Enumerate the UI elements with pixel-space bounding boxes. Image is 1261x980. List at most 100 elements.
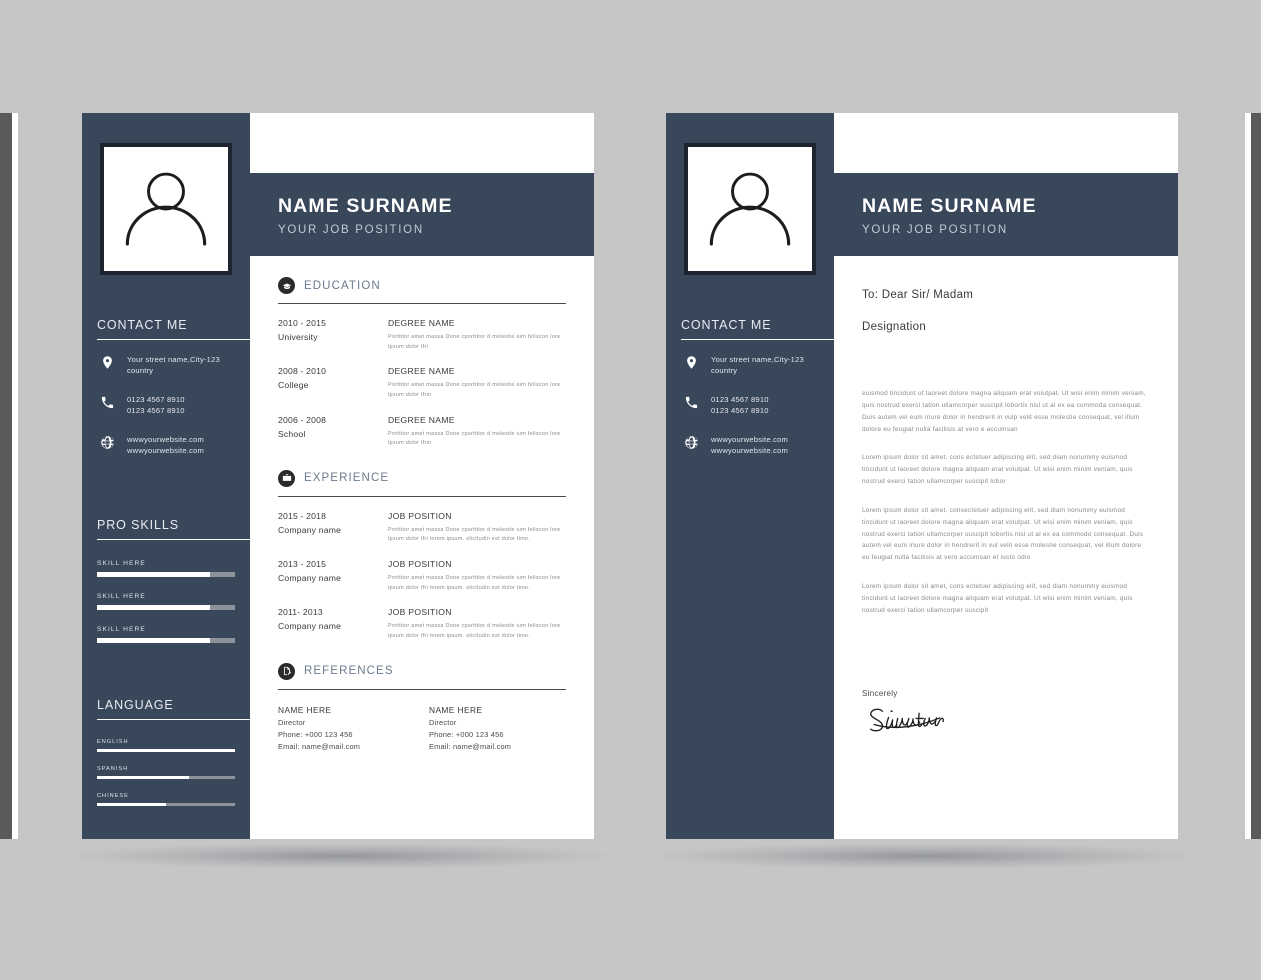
reference-item: NAME HERE Director Phone: +000 123 456 E… [429,705,566,751]
pro-skills-section: PRO SKILLS SKILL HERE SKILL HERE SKILL H… [82,518,253,644]
contact-address-text: Your street name,City-123 country [127,354,220,377]
skill-bar [97,638,235,644]
entry-date: 2006 - 2008 [278,414,327,425]
language-bar [97,803,235,807]
avatar-frame [100,143,232,275]
letter-paragraph: Lorem ipsum dolor sit amet, cons ectetue… [862,454,1133,486]
cover-letter-page: CONTACT ME Your street name,City-123 cou… [666,113,1178,839]
letter-name-band: NAME SURNAME YOUR JOB POSITION [834,173,1178,256]
skill-list: SKILL HERE SKILL HERE SKILL HERE [97,560,235,644]
contact-list: Your street name,City-123 country 0123 4… [681,354,819,456]
entry-title: DEGREE NAME [388,318,455,328]
reference-email: Email: name@mail.com [429,741,512,751]
location-pin-icon [687,356,696,369]
contact-divider [681,339,837,340]
address-line-2: country [711,366,738,376]
reference-name: NAME HERE [429,704,483,715]
language-title: LANGUAGE [97,698,174,713]
skill-label: SKILL HERE [97,560,146,568]
reference-phone: Phone: +000 123 456 [429,729,504,739]
letter-sidebar: CONTACT ME Your street name,City-123 cou… [666,113,837,839]
globe-icon [101,435,114,449]
contact-section: CONTACT ME Your street name,City-123 cou… [666,318,837,456]
language-item: ENGLISH [97,739,235,753]
entry-description: Porttitor amet massa Done cporttitor d m… [388,382,561,398]
language-label: ENGLISH [97,739,129,746]
graduation-cap-icon [278,277,295,294]
letter-paragraph: Lorem ipsum dolor sit amet, cons ectetue… [862,583,1133,614]
signature-mark [862,702,1150,747]
avatar-frame [684,143,816,275]
entry-place: Company name [278,524,342,535]
phone-line-1: 0123 4567 8910 [127,394,185,404]
globe-icon [685,435,698,449]
page-edge-left [0,113,18,839]
entry-title: DEGREE NAME [388,414,455,425]
entry-place: Company name [278,573,342,583]
experience-entry: 2013 - 2015 Company name JOB POSITION Po… [278,559,566,593]
skill-bar [97,605,235,611]
references-title: REFERENCES [304,665,394,677]
entry-place: School [278,428,306,439]
resume-page: CONTACT ME Your street name,City-123 cou… [82,113,594,839]
page-title: NAME SURNAME [862,195,1037,217]
entry-date: 2015 - 2018 [278,510,327,521]
pro-skills-title: PRO SKILLS [97,518,179,533]
handwritten-signature-icon [870,708,944,732]
entry-place: University [278,332,318,342]
skill-bar [97,572,235,578]
contact-section: CONTACT ME Your street name,City-123 cou… [82,318,253,456]
contact-address-text: Your street name,City-123 country [711,354,804,377]
education-section: EDUCATION 2010 - 2015 University DEGREE … [250,277,594,449]
letter-paragraph: euismod tincidunt ut laoreet dolore magn… [862,390,1146,433]
resume-name-band: NAME SURNAME YOUR JOB POSITION [250,173,594,256]
experience-entry: 2011- 2013 Company name JOB POSITION Por… [278,607,566,641]
entry-date: 2010 - 2015 [278,318,327,328]
resume-sidebar: CONTACT ME Your street name,City-123 cou… [82,113,253,839]
contact-list: Your street name,City-123 country 0123 4… [97,354,235,456]
contact-item-address[interactable]: Your street name,City-123 country [681,354,819,377]
job-position-subtitle: YOUR JOB POSITION [862,224,1008,236]
skill-label: SKILL HERE [97,626,146,634]
contact-title: CONTACT ME [681,318,772,332]
contact-item-website[interactable]: wwwyourwebsite.com wwwyourwebsite.com [681,434,819,457]
entry-title: JOB POSITION [388,510,452,521]
address-line-1: Your street name,City-123 [127,355,220,364]
letter-paragraph: Lorem ipsum dolor sit amet, consectetuer… [862,506,1144,562]
education-header: EDUCATION [278,277,566,294]
entry-description: Porttitor amet massa Done cporttitor d m… [388,575,561,591]
skill-label: SKILL HERE [97,593,146,601]
contact-phone-text: 0123 4567 8910 0123 4567 8910 [127,394,185,417]
contact-item-phone[interactable]: 0123 4567 8910 0123 4567 8910 [681,394,819,417]
reference-item: NAME HERE Director Phone: +000 123 456 E… [278,705,415,751]
language-label: SPANISH [97,766,129,773]
contact-website-text: wwwyourwebsite.com wwwyourwebsite.com [127,434,204,457]
website-line-1: wwwyourwebsite.com [711,434,789,444]
page-title: NAME SURNAME [278,195,453,217]
experience-divider [278,495,566,497]
contact-title: CONTACT ME [97,318,188,332]
reference-email: Email: name@mail.com [278,741,361,751]
resume-page-shadow [68,843,613,869]
entry-place: College [278,380,309,391]
skill-item: SKILL HERE [97,560,235,578]
entry-description: Porttitor amet massa Done cporttitor d m… [388,334,561,350]
references-header: REFERENCES [278,662,566,680]
contact-item-website[interactable]: wwwyourwebsite.com wwwyourwebsite.com [97,434,235,457]
skill-item: SKILL HERE [97,626,235,644]
contact-item-phone[interactable]: 0123 4567 8910 0123 4567 8910 [97,394,235,417]
entry-description: Porttitor amet massa Done cporttitor d m… [388,623,561,639]
contact-item-address[interactable]: Your street name,City-123 country [97,354,235,377]
letter-recipient: To: Dear Sir/ Madam [862,289,974,301]
entry-date: 2008 - 2010 [278,366,327,377]
phone-line-2: 0123 4567 8910 [127,406,185,416]
person-avatar-icon [125,172,207,246]
letter-designation: Designation [862,321,927,333]
entry-date: 2011- 2013 [278,607,323,618]
reference-name: NAME HERE [278,704,332,715]
education-title: EDUCATION [304,279,381,292]
contact-phone-text: 0123 4567 8910 0123 4567 8910 [711,394,769,417]
phone-line-2: 0123 4567 8910 [711,406,769,416]
language-section: LANGUAGE ENGLISH SPANISH CHINESE [82,698,253,807]
reference-role: Director [278,717,306,727]
